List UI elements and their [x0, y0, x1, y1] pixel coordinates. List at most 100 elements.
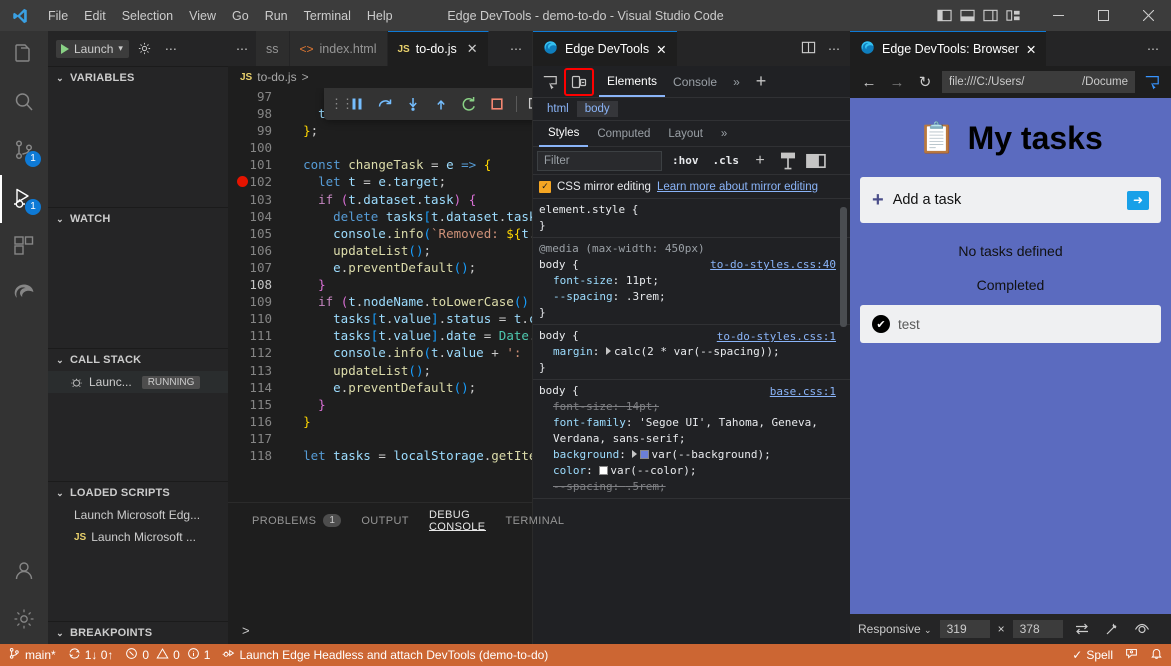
swap-dimensions-icon[interactable] — [1071, 619, 1093, 639]
css-property-value[interactable]: .5rem; — [626, 480, 666, 493]
expand-triangle-icon[interactable] — [606, 347, 611, 355]
expand-triangle-icon[interactable] — [632, 450, 637, 458]
style-rule[interactable]: @media (max-width: 450px) body { to-do-s… — [533, 238, 850, 325]
css-property-value[interactable]: 14pt; — [626, 400, 659, 413]
code-line[interactable]: 115 } — [228, 396, 532, 413]
tab-edge-devtools[interactable]: Edge DevTools ✕ — [533, 31, 677, 66]
toggle-panel-icon[interactable] — [959, 8, 976, 23]
status-notifications[interactable] — [1144, 644, 1169, 666]
sidebar-item-explorer[interactable] — [0, 31, 48, 79]
browser-navigation-bar[interactable]: ← → ↻ file:///C:/Users/ /Docume — [850, 66, 1171, 98]
line-content[interactable]: delete tasks[t.dataset.task] — [285, 208, 532, 225]
list-item[interactable]: ✔ test — [860, 305, 1161, 343]
code-line[interactable]: 104 delete tasks[t.dataset.task] — [228, 208, 532, 225]
back-button[interactable]: ← — [858, 71, 880, 93]
computed-styles-sidebar-icon[interactable] — [777, 151, 799, 171]
styles-subtab-bar[interactable]: Styles Computed Layout » — [533, 120, 850, 147]
tab-output[interactable]: OUTPUT — [351, 503, 419, 538]
code-line[interactable]: 113 updateList(); — [228, 362, 532, 379]
checkbox-checked-icon[interactable]: ✓ — [539, 181, 551, 193]
line-content[interactable]: updateList(); — [285, 362, 532, 379]
window-maximize-button[interactable] — [1081, 0, 1126, 31]
add-task-row[interactable]: + Add a task ➜ — [860, 177, 1161, 223]
line-content[interactable]: tasks[t.value].status = t.ch — [285, 310, 532, 327]
status-problems[interactable]: 0 0 1 — [119, 644, 216, 666]
watch-header[interactable]: ⌄ WATCH — [48, 208, 228, 230]
editor-tab-to-do-js[interactable]: JS to-do.js ✕ — [388, 31, 489, 66]
code-line[interactable]: 101 const changeTask = e => { — [228, 156, 532, 173]
css-property-name[interactable]: font-size — [553, 400, 613, 413]
css-property-value[interactable]: .3rem; — [626, 290, 666, 303]
code-line[interactable]: 109 if (t.nodeName.toLowerCase() = — [228, 293, 532, 310]
tab-edge-devtools-browser[interactable]: Edge DevTools: Browser ✕ — [850, 31, 1046, 66]
subtabs-more-icon[interactable]: » — [712, 121, 736, 147]
window-minimize-button[interactable] — [1036, 0, 1081, 31]
breakpoints-header[interactable]: ⌄ BREAKPOINTS — [48, 622, 228, 644]
css-property-name[interactable]: font-family — [553, 416, 626, 429]
code-line[interactable]: 105 console.info(`Removed: ${t.d — [228, 225, 532, 242]
mirror-editing-learn-more-link[interactable]: Learn more about mirror editing — [657, 181, 818, 193]
status-branch[interactable]: main* — [2, 644, 62, 666]
css-property-value[interactable]: var(--background); — [651, 448, 770, 461]
devtools-more-actions-icon[interactable]: ⋯ — [828, 42, 840, 56]
customize-layout-icon[interactable] — [1005, 8, 1022, 23]
sidebar-item-extensions[interactable] — [0, 223, 48, 271]
screenshot-icon[interactable] — [1131, 619, 1153, 639]
menu-edit[interactable]: Edit — [76, 6, 114, 26]
line-content[interactable]: } — [285, 396, 532, 413]
reload-button[interactable]: ↻ — [914, 71, 936, 93]
close-icon[interactable]: ✕ — [467, 41, 478, 57]
css-property-value[interactable]: var(--color); — [610, 464, 696, 477]
status-debug-session[interactable]: Launch Edge Headless and attach DevTools… — [216, 644, 554, 666]
style-rule[interactable]: body { base.css:1 font-size: 14pt; font-… — [533, 380, 850, 499]
line-content[interactable]: const changeTask = e => { — [285, 156, 532, 173]
split-editor-icon[interactable] — [801, 40, 816, 58]
css-mirror-editing-row[interactable]: ✓ CSS mirror editing Learn more about mi… — [533, 175, 850, 199]
styles-filter-input[interactable]: Filter — [537, 151, 662, 171]
sidebar-item-source-control[interactable]: 1 — [0, 127, 48, 175]
dom-breadcrumbs[interactable]: html body — [533, 98, 850, 120]
tabs-overflow-icon[interactable]: ⋯ — [228, 31, 256, 66]
code-line[interactable]: 110 tasks[t.value].status = t.ch — [228, 310, 532, 327]
open-launch-json-button[interactable] — [135, 39, 155, 59]
css-property-name[interactable]: color — [553, 464, 586, 477]
launch-configuration-button[interactable]: Launch ▾ — [56, 40, 129, 58]
styles-scrollbar[interactable] — [839, 199, 848, 644]
debug-more-actions-button[interactable]: ⋯ — [161, 39, 181, 59]
breadcrumb-body[interactable]: body — [577, 101, 618, 117]
line-content[interactable]: let tasks = localStorage.getItem — [285, 447, 532, 464]
debug-console-prompt[interactable]: > — [228, 623, 250, 638]
code-line[interactable]: 99 }; — [228, 122, 532, 139]
tab-debug-console[interactable]: DEBUG CONSOLE — [419, 503, 496, 538]
debug-step-out-button[interactable] — [428, 91, 454, 117]
menu-terminal[interactable]: Terminal — [296, 6, 359, 26]
tab-console[interactable]: Console — [665, 67, 725, 97]
code-line[interactable]: 107 e.preventDefault(); — [228, 259, 532, 276]
style-rule[interactable]: element.style { } — [533, 199, 850, 238]
debug-stop-button[interactable] — [484, 91, 510, 117]
editor-tab-index-html[interactable]: <> index.html — [290, 31, 388, 66]
call-stack-row[interactable]: Launc... RUNNING — [48, 371, 228, 393]
status-spell[interactable]: ✓ Spell — [1066, 644, 1119, 666]
tab-problems[interactable]: PROBLEMS 1 — [242, 503, 351, 538]
submit-task-button[interactable]: ➜ — [1127, 191, 1149, 210]
device-selector[interactable]: Responsive ⌄ — [858, 622, 932, 636]
code-line[interactable]: 114 e.preventDefault(); — [228, 379, 532, 396]
line-content[interactable]: e.preventDefault(); — [285, 259, 532, 276]
tab-elements[interactable]: Elements — [599, 67, 665, 97]
panel-tab-bar[interactable]: PROBLEMS 1 OUTPUT DEBUG CONSOLE TERMINAL — [228, 503, 532, 538]
menu-view[interactable]: View — [181, 6, 224, 26]
subtab-computed[interactable]: Computed — [588, 121, 659, 147]
menu-selection[interactable]: Selection — [114, 6, 181, 26]
debug-pause-button[interactable] — [344, 91, 370, 117]
css-property-name[interactable]: --spacing — [553, 290, 613, 303]
menu-go[interactable]: Go — [224, 6, 257, 26]
inspect-element-icon[interactable] — [537, 70, 563, 94]
manage-settings-button[interactable] — [0, 596, 48, 644]
debug-toolbar[interactable]: ⋮⋮ — [324, 88, 532, 120]
line-content[interactable]: updateList(); — [285, 242, 532, 259]
accounts-button[interactable] — [0, 548, 48, 596]
loaded-scripts-header[interactable]: ⌄ LOADED SCRIPTS — [48, 482, 228, 504]
line-content[interactable]: if (t.dataset.task) { — [285, 191, 532, 208]
debug-step-over-button[interactable] — [372, 91, 398, 117]
